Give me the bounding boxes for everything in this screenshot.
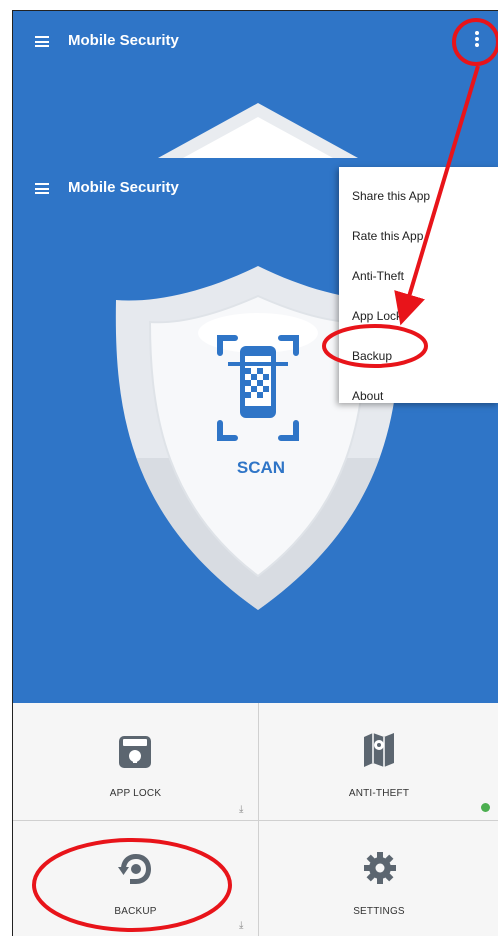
overflow-menu: Share this App Rate this App Anti-Theft … <box>339 167 498 403</box>
download-icon: ⤓ <box>239 920 244 931</box>
menu-item-app-lock[interactable]: App Lock <box>352 309 402 323</box>
tile-anti-theft[interactable]: ANTI-THEFT <box>259 703 498 821</box>
status-ok-icon <box>481 803 490 812</box>
shield-top-peek <box>158 103 358 158</box>
app-lock-icon <box>119 736 151 768</box>
menu-item-anti-theft[interactable]: Anti-Theft <box>352 269 404 283</box>
tile-settings[interactable]: SETTINGS <box>259 821 498 936</box>
tile-settings-label: SETTINGS <box>353 906 405 917</box>
backup-icon <box>118 854 151 884</box>
more-vert-icon[interactable] <box>474 31 480 49</box>
app-title: Mobile Security <box>68 179 179 196</box>
tile-backup-label: BACKUP <box>114 906 157 917</box>
tile-app-lock[interactable]: APP LOCK ⤓ <box>13 703 259 821</box>
menu-item-rate[interactable]: Rate this App <box>352 229 423 243</box>
feature-grid: APP LOCK ⤓ ANTI-THEFT BACKUP ⤓ SETTINGS <box>13 703 498 936</box>
screenshot-frame: Mobile Security Mobile Security SCAN Sha… <box>12 10 498 936</box>
menu-item-backup[interactable]: Backup <box>352 349 392 363</box>
scan-label[interactable]: SCAN <box>221 458 301 478</box>
anti-theft-map-icon <box>364 733 394 767</box>
menu-icon[interactable] <box>35 183 49 194</box>
app-bar-background: Mobile Security <box>13 11 498 158</box>
menu-icon[interactable] <box>35 36 49 47</box>
app-title: Mobile Security <box>68 32 179 49</box>
settings-gear-icon <box>364 852 396 884</box>
menu-item-share[interactable]: Share this App <box>352 189 430 203</box>
tile-app-lock-label: APP LOCK <box>109 788 162 799</box>
tile-backup[interactable]: BACKUP ⤓ <box>13 821 259 936</box>
download-icon: ⤓ <box>239 804 244 815</box>
tile-anti-theft-label: ANTI-THEFT <box>348 788 410 799</box>
menu-item-about[interactable]: About <box>352 389 383 403</box>
